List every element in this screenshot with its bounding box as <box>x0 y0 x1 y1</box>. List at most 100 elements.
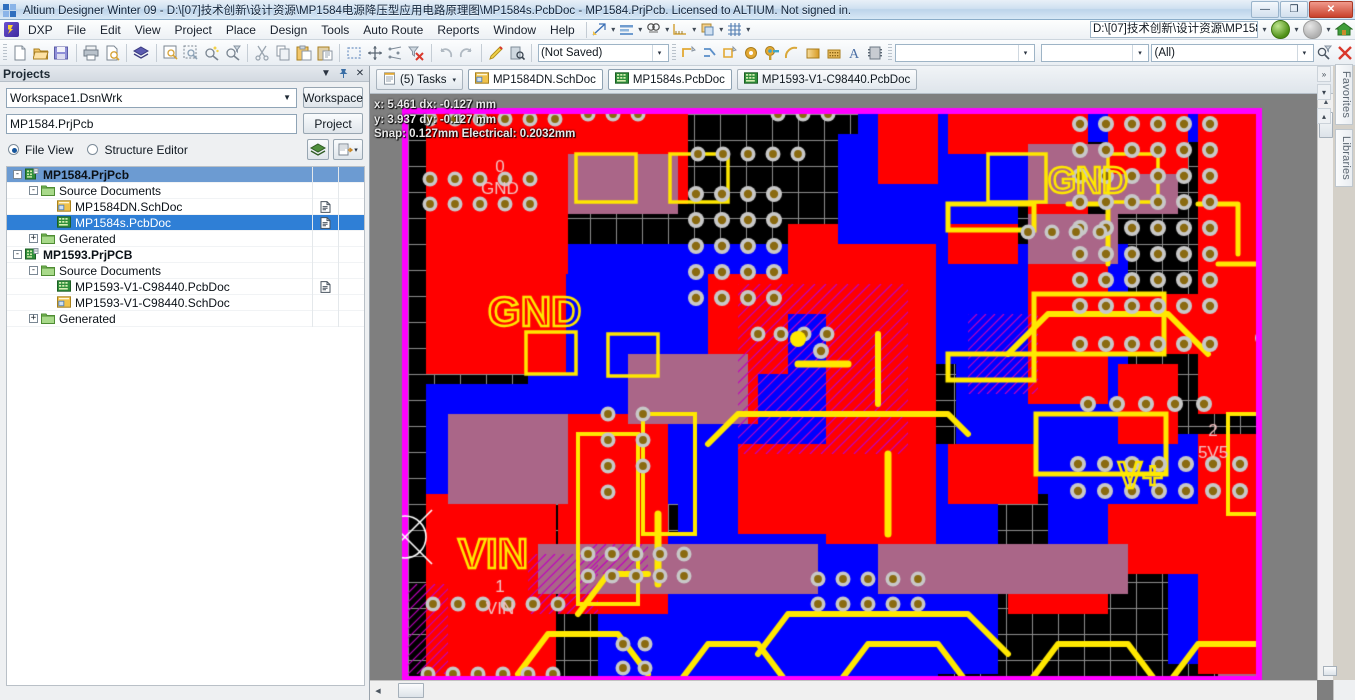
undo-icon[interactable] <box>435 42 456 64</box>
horizontal-scroll-thumb[interactable] <box>398 683 424 698</box>
chevron-down-icon[interactable]: ▼ <box>281 93 293 102</box>
workspace-button[interactable]: Workspace <box>303 87 363 108</box>
pcb-canvas[interactable]: x: 5.461 dx: -0.127 mm y: 3.937 dy: -0.1… <box>370 94 1333 700</box>
horizontal-scrollbar[interactable]: ◀ <box>370 680 1317 700</box>
expand-panels-icon[interactable]: » <box>1317 66 1331 82</box>
tree-item[interactable]: - MP1584.PrjPcb <box>7 167 364 183</box>
navigate-forward-icon[interactable] <box>1303 20 1322 39</box>
radio-structure-editor-label[interactable]: Structure Editor <box>104 143 187 157</box>
menu-project[interactable]: Project <box>168 21 219 39</box>
copy-icon[interactable] <box>273 42 294 64</box>
tree-item[interactable]: MP1593-V1-C98440.SchDoc <box>7 295 364 311</box>
grid-dropdown-icon[interactable]: ▾ <box>744 25 753 34</box>
home-icon[interactable] <box>1334 21 1354 38</box>
radio-file-view[interactable] <box>8 144 19 155</box>
place-arc-icon[interactable] <box>782 42 803 64</box>
layers-dropdown-icon[interactable]: ▾ <box>636 25 645 34</box>
menu-view[interactable]: View <box>128 21 168 39</box>
document-tab[interactable]: MP1593-V1-C98440.PcbDoc <box>736 69 918 90</box>
tree-item[interactable]: - MP1593.PrjPCB <box>7 247 364 263</box>
menu-reports[interactable]: Reports <box>430 21 486 39</box>
place-track-icon[interactable] <box>699 42 720 64</box>
toolbar-grip[interactable] <box>3 43 7 62</box>
chevron-down-icon[interactable]: ▾ <box>651 44 666 61</box>
move-icon[interactable] <box>364 42 385 64</box>
forward-dropdown-icon[interactable]: ▾ <box>1324 25 1333 34</box>
tree-item[interactable]: MP1584s.PcbDoc <box>7 215 364 231</box>
tab-libraries[interactable]: Libraries <box>1335 129 1353 188</box>
close-button[interactable]: ✕ <box>1309 1 1353 18</box>
tree-expander-icon[interactable]: + <box>29 234 38 243</box>
chevron-down-icon[interactable]: ▾ <box>452 76 456 84</box>
menu-design[interactable]: Design <box>263 21 314 39</box>
document-tab[interactable]: (5) Tasks ▾ <box>376 69 463 90</box>
select-area-icon[interactable] <box>344 42 365 64</box>
arrange-dropdown-icon[interactable]: ▾ <box>717 25 726 34</box>
zoom-filtered-icon[interactable] <box>223 42 244 64</box>
tree-expander-icon[interactable]: - <box>29 266 38 275</box>
panel-dropdown-icon[interactable]: ▾ <box>1317 84 1331 100</box>
apply-filter-icon[interactable] <box>1314 42 1335 64</box>
open-document-icon[interactable]: ▾ <box>333 139 363 160</box>
address-dropdown-icon[interactable]: ▾ <box>1260 25 1269 34</box>
dimension-icon[interactable] <box>672 21 690 38</box>
project-field[interactable]: MP1584.PrjPcb <box>6 113 297 134</box>
not-saved-combo[interactable]: (Not Saved) ▾ <box>537 43 669 62</box>
empty-combo-2[interactable]: ▾ <box>1040 43 1150 62</box>
new-document-icon[interactable] <box>10 42 31 64</box>
place-string-icon[interactable]: A <box>844 42 865 64</box>
ruler-measure-icon[interactable] <box>591 21 609 38</box>
vertical-scrollbar[interactable]: ▲ <box>1317 94 1333 680</box>
radio-structure-editor[interactable] <box>87 144 99 155</box>
redo-icon[interactable] <box>456 42 477 64</box>
cut-icon[interactable] <box>252 42 273 64</box>
find-dropdown-icon[interactable]: ▾ <box>663 25 672 34</box>
toolbar-grip-2[interactable] <box>671 43 676 62</box>
find-similar-icon[interactable] <box>645 21 663 38</box>
tree-expander-icon[interactable]: + <box>29 314 38 323</box>
place-line-icon[interactable] <box>679 42 700 64</box>
navigate-back-icon[interactable] <box>1271 20 1290 39</box>
place-polygon-icon[interactable] <box>720 42 741 64</box>
empty-combo-1[interactable]: ▾ <box>895 43 1035 62</box>
place-via-icon[interactable] <box>761 42 782 64</box>
zoom-area-icon[interactable] <box>181 42 202 64</box>
place-component-icon[interactable] <box>865 42 886 64</box>
document-tab[interactable]: MP1584s.PcbDoc <box>607 69 732 90</box>
pin-icon[interactable] <box>337 68 349 80</box>
tree-item[interactable]: + Generated <box>7 231 364 247</box>
tree-item[interactable]: - Source Documents <box>7 263 364 279</box>
minimize-button[interactable]: — <box>1251 1 1279 18</box>
maximize-button[interactable]: ❐ <box>1280 1 1308 18</box>
menu-place[interactable]: Place <box>219 21 263 39</box>
zoom-document-icon[interactable] <box>160 42 181 64</box>
pcb-layout-render[interactable] <box>370 94 1333 700</box>
compile-icon[interactable] <box>307 139 329 160</box>
tree-expander-icon[interactable]: - <box>13 250 22 259</box>
paste-special-icon[interactable] <box>314 42 335 64</box>
tab-favorites[interactable]: Favorites <box>1335 64 1353 126</box>
zoom-selected-icon[interactable] <box>202 42 223 64</box>
ruler-dropdown-icon[interactable]: ▾ <box>609 25 618 34</box>
tree-item[interactable]: + Generated <box>7 311 364 327</box>
address-input[interactable]: D:\[07]技术创新\设计资源\MP158 <box>1090 21 1258 38</box>
open-folder-icon[interactable] <box>30 42 51 64</box>
menu-edit[interactable]: Edit <box>93 21 128 39</box>
chevron-down-icon[interactable]: ▾ <box>1296 44 1311 61</box>
menu-help[interactable]: Help <box>543 21 582 39</box>
back-dropdown-icon[interactable]: ▾ <box>1292 25 1301 34</box>
place-pad-icon[interactable] <box>741 42 762 64</box>
radio-file-view-label[interactable]: File View <box>25 143 73 157</box>
align-icon[interactable] <box>385 42 406 64</box>
collapse-up-icon[interactable]: ▴ <box>1317 108 1331 124</box>
toolbar-grip-3[interactable] <box>888 43 893 62</box>
dimension-dropdown-icon[interactable]: ▾ <box>690 25 699 34</box>
tree-item[interactable]: - Source Documents <box>7 183 364 199</box>
print-icon[interactable] <box>81 42 102 64</box>
clear-filter-icon[interactable] <box>406 42 427 64</box>
print-preview-icon[interactable] <box>101 42 122 64</box>
tree-expander-icon[interactable]: - <box>13 170 22 179</box>
menu-tools[interactable]: Tools <box>314 21 356 39</box>
save-icon[interactable] <box>51 42 72 64</box>
project-button[interactable]: Project <box>303 113 363 134</box>
